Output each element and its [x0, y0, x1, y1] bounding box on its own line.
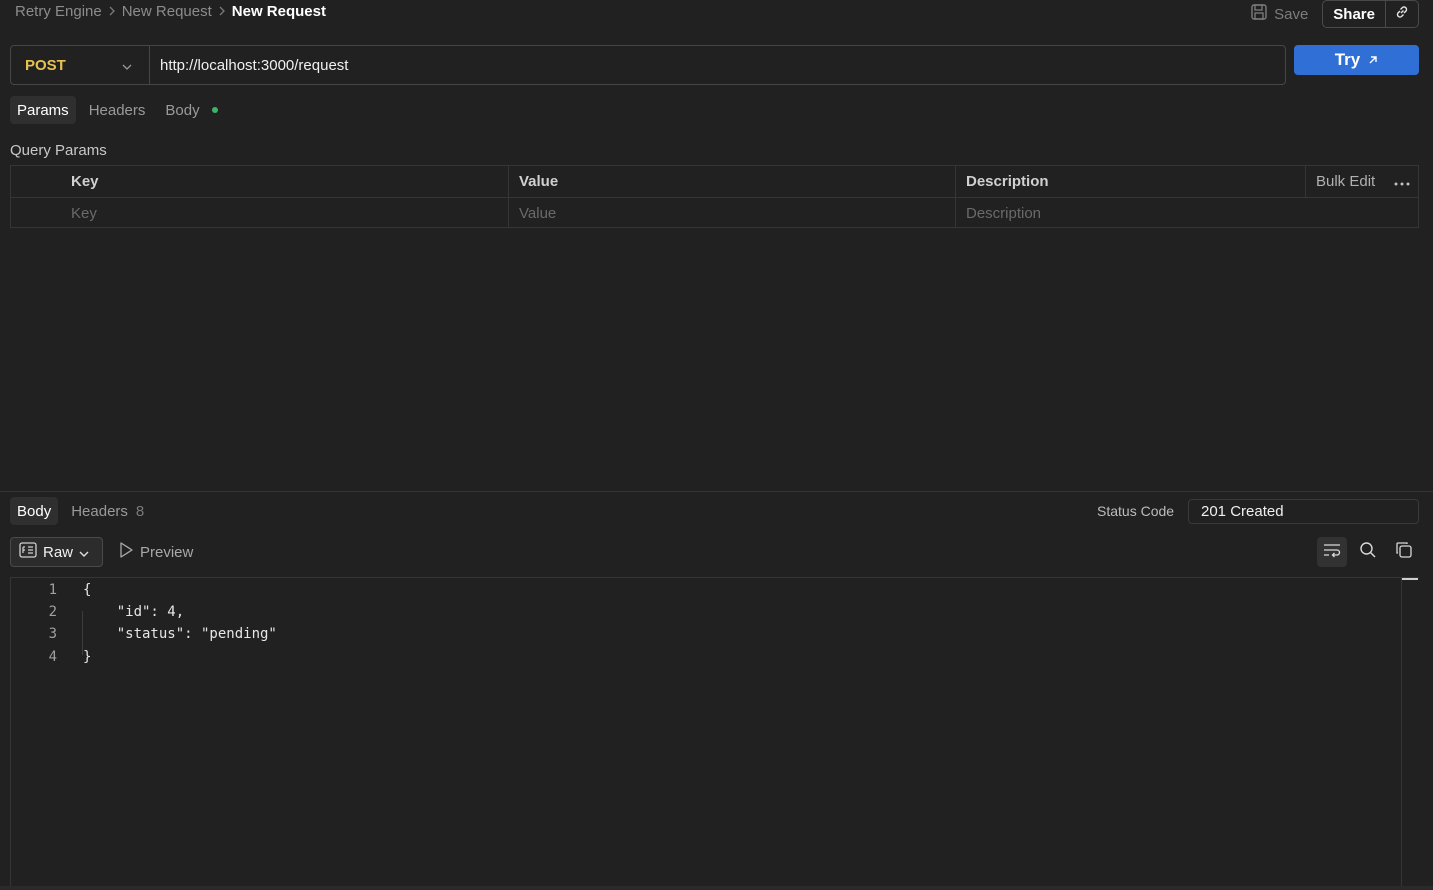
tab-params[interactable]: Params	[10, 96, 76, 124]
query-params-title: Query Params	[10, 142, 107, 159]
try-button[interactable]: Try	[1294, 45, 1419, 75]
url-bar: POST	[10, 45, 1286, 85]
copy-button[interactable]	[1389, 537, 1419, 567]
tab-body[interactable]: Body	[158, 96, 224, 124]
more-options-icon[interactable]	[1394, 173, 1410, 190]
breadcrumb: Retry Engine New Request New Request	[15, 3, 326, 20]
response-tabs: Body Headers 8	[10, 497, 151, 525]
search-button[interactable]	[1353, 537, 1383, 567]
bulk-edit-button[interactable]: Bulk Edit	[1316, 173, 1375, 190]
try-label: Try	[1334, 50, 1361, 69]
top-bar: Retry Engine New Request New Request Sav…	[0, 0, 1433, 28]
line-number: 3	[48, 626, 57, 642]
line-number: 1	[48, 582, 57, 598]
chevron-down-icon	[79, 544, 89, 561]
method-label: POST	[25, 56, 66, 74]
play-icon	[118, 541, 134, 563]
params-table: Key Value Description Bulk Edit Key Valu…	[10, 165, 1419, 228]
format-label: Raw	[43, 543, 74, 561]
column-header-key: Key	[61, 166, 509, 197]
code-line: 4 }	[11, 646, 92, 668]
key-input[interactable]: Key	[61, 198, 509, 228]
save-button[interactable]: Save	[1250, 3, 1308, 25]
line-number: 2	[48, 604, 57, 620]
column-header-value: Value	[509, 166, 956, 197]
code-text: "status": "pending"	[83, 626, 277, 642]
panel-divider[interactable]	[0, 491, 1433, 492]
copy-link-button[interactable]	[1386, 1, 1418, 27]
chevron-right-icon	[218, 4, 226, 19]
bottom-edge	[0, 886, 1433, 890]
headers-count: 8	[135, 502, 145, 520]
url-input[interactable]	[150, 46, 1285, 84]
description-input[interactable]: Description	[956, 198, 1418, 228]
request-tabs: Params Headers Body	[10, 96, 225, 124]
code-text: }	[83, 649, 92, 665]
code-line: 1 {	[11, 579, 92, 601]
response-tab-headers[interactable]: Headers 8	[64, 497, 151, 525]
status-code-value: 201 Created	[1188, 499, 1419, 524]
chevron-down-icon	[122, 57, 132, 74]
column-header-description: Description	[956, 166, 1306, 197]
raw-format-icon	[19, 542, 37, 562]
search-icon	[1359, 541, 1377, 563]
response-tools	[1317, 537, 1419, 567]
save-icon	[1250, 3, 1268, 25]
scrollbar-thumb[interactable]	[1402, 578, 1418, 580]
arrow-up-right-icon	[1368, 50, 1378, 70]
body-indicator-dot	[211, 107, 218, 113]
top-actions: Save Share	[1250, 0, 1419, 28]
word-wrap-button[interactable]	[1317, 537, 1347, 567]
table-header-row: Key Value Description Bulk Edit	[11, 166, 1418, 197]
link-icon	[1394, 4, 1410, 24]
status-code-label: Status Code	[1097, 503, 1175, 519]
preview-label: Preview	[140, 543, 194, 561]
share-group: Share	[1322, 0, 1419, 28]
value-input[interactable]: Value	[509, 198, 956, 228]
word-wrap-icon	[1323, 542, 1341, 562]
line-number: 4	[48, 649, 57, 665]
code-line: 2 "id": 4,	[11, 601, 185, 623]
chevron-right-icon	[108, 4, 116, 19]
code-text: "id": 4,	[83, 604, 185, 620]
table-row: Key Value Description	[11, 197, 1418, 228]
breadcrumb-item-folder[interactable]: New Request	[122, 3, 212, 20]
editor-scrollbar[interactable]	[1401, 578, 1419, 887]
preview-button[interactable]: Preview	[118, 537, 193, 567]
response-tab-body[interactable]: Body	[10, 497, 59, 525]
breadcrumb-item-workspace[interactable]: Retry Engine	[15, 3, 102, 20]
copy-icon	[1395, 541, 1413, 563]
response-body-editor[interactable]: 1 { 2 "id": 4, 3 "status": "pending" 4 }	[10, 577, 1419, 887]
method-select[interactable]: POST	[11, 46, 150, 84]
code-text: {	[83, 582, 92, 598]
breadcrumb-current: New Request	[231, 3, 326, 20]
save-label: Save	[1274, 5, 1309, 23]
tab-headers[interactable]: Headers	[82, 96, 153, 124]
bulk-edit-area: Bulk Edit	[1306, 166, 1418, 197]
format-select[interactable]: Raw	[10, 537, 103, 567]
code-line: 3 "status": "pending"	[11, 623, 277, 645]
share-button[interactable]: Share	[1323, 1, 1386, 27]
